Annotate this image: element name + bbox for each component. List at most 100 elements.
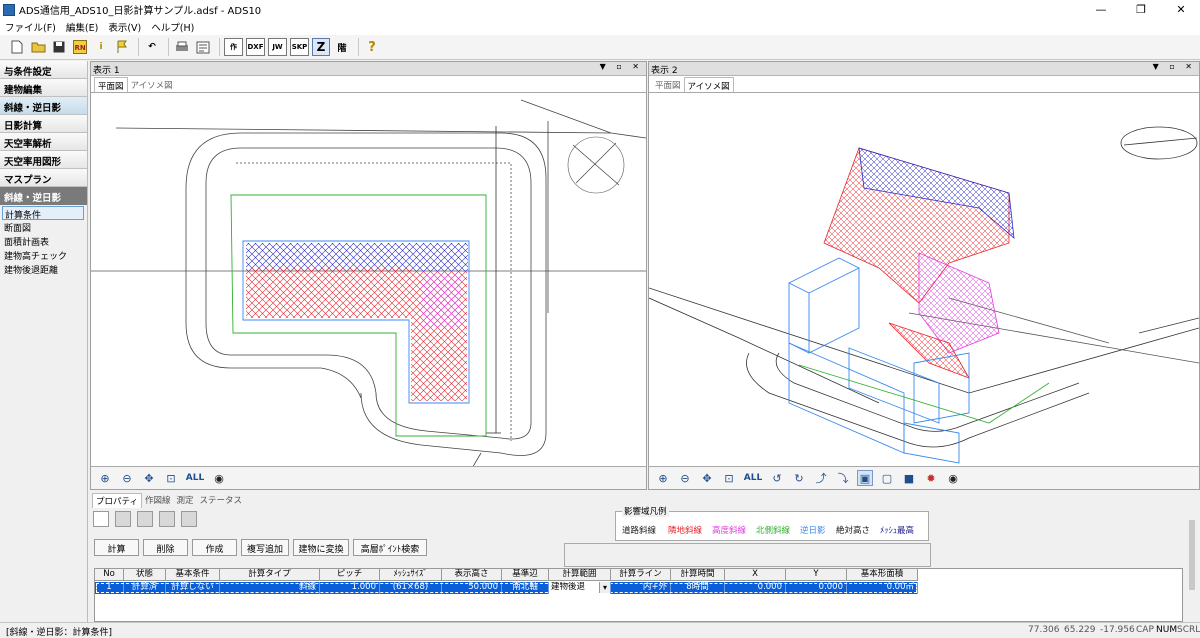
- dxf-icon[interactable]: DXF: [246, 38, 265, 56]
- zoom-all-button[interactable]: ALL: [185, 470, 205, 486]
- high-point-search-button[interactable]: 高層ﾎﾟｲﾝﾄ検索: [353, 539, 427, 556]
- move-tool-icon[interactable]: [159, 511, 175, 527]
- sidebar-item-calc-conditions[interactable]: 計算条件: [2, 206, 84, 221]
- convert-building-button[interactable]: 建物に変換: [293, 539, 349, 556]
- table-header-cell[interactable]: X: [725, 569, 786, 580]
- maximize-button[interactable]: ❐: [1122, 0, 1160, 19]
- pick-tool-icon[interactable]: [93, 511, 109, 527]
- create-button[interactable]: 作成: [192, 539, 237, 556]
- table-header-cell[interactable]: 基本条件: [166, 569, 220, 580]
- help-icon[interactable]: ?: [363, 38, 381, 56]
- print-icon[interactable]: [173, 38, 191, 56]
- rotate-left-icon[interactable]: ↺: [769, 470, 785, 486]
- table-cell[interactable]: 0.00㎡: [847, 582, 918, 594]
- table-cell[interactable]: 建物後退 ▾: [549, 582, 611, 594]
- zoom-window-icon[interactable]: ⊡: [721, 470, 737, 486]
- table-header-cell[interactable]: 基本形面積: [847, 569, 918, 580]
- table-row[interactable]: 1 計算済 計算しない 斜線 1.000 (61×68) 50.000 南北軸 建物後退 ▾ 内+外…: [95, 582, 918, 594]
- info-icon[interactable]: i: [92, 38, 110, 56]
- zoom-in-icon[interactable]: ⊕: [655, 470, 671, 486]
- sidebar-btn-sky-analysis[interactable]: 天空率解析: [0, 133, 87, 151]
- rn-icon[interactable]: RN: [71, 38, 89, 56]
- view2-tab-plan[interactable]: 平面図: [652, 77, 684, 92]
- view2-canvas[interactable]: [649, 92, 1199, 467]
- view1-canvas[interactable]: [91, 92, 646, 467]
- save-icon[interactable]: [50, 38, 68, 56]
- eye-icon[interactable]: ◉: [211, 470, 227, 486]
- sidebar-btn-sky-figure[interactable]: 天空率用図形: [0, 151, 87, 169]
- z-height-icon[interactable]: Z: [312, 38, 330, 56]
- table-cell[interactable]: 斜線: [220, 582, 320, 594]
- sidebar-btn-slant-shadow[interactable]: 斜線・逆日影: [0, 97, 87, 115]
- zoom-window-icon[interactable]: ⊡: [163, 470, 179, 486]
- table-cell[interactable]: 内+外: [611, 582, 671, 594]
- view2-window-controls[interactable]: ▼ ▫ ✕: [1153, 62, 1196, 71]
- sidebar-btn-conditions[interactable]: 与条件設定: [0, 61, 87, 79]
- new-file-icon[interactable]: [8, 38, 26, 56]
- sidebar-btn-mass-plan[interactable]: マスプラン: [0, 169, 87, 187]
- table-header-cell[interactable]: 計算ライン: [611, 569, 671, 580]
- sidebar-item-area-table[interactable]: 面積計画表: [0, 234, 87, 248]
- table-header-cell[interactable]: 基準辺: [502, 569, 549, 580]
- table-cell[interactable]: 8時間: [671, 582, 725, 594]
- table-cell[interactable]: 1.000: [320, 582, 380, 594]
- table-header-cell[interactable]: 計算範囲: [549, 569, 611, 580]
- close-button[interactable]: ✕: [1162, 0, 1200, 19]
- view2-tab-iso[interactable]: アイソメ図: [683, 77, 734, 92]
- properties-scrollbar[interactable]: [1188, 508, 1196, 618]
- scrollbar-thumb[interactable]: [1189, 520, 1195, 590]
- menu-view[interactable]: 表示(V): [108, 20, 141, 34]
- copy-add-button[interactable]: 複写追加: [241, 539, 289, 556]
- rotate-up-icon[interactable]: ⤴: [813, 470, 829, 486]
- pan-icon[interactable]: ✥: [699, 470, 715, 486]
- table-cell[interactable]: 0.000: [725, 582, 786, 594]
- zoom-in-icon[interactable]: ⊕: [97, 470, 113, 486]
- copy-tool-icon[interactable]: [137, 511, 153, 527]
- sidebar-item-section[interactable]: 断面図: [0, 220, 87, 234]
- table-cell[interactable]: 南北軸: [502, 582, 549, 594]
- menu-edit[interactable]: 編集(E): [66, 20, 98, 34]
- view1-window-controls[interactable]: ▼ ▫ ✕: [600, 62, 643, 71]
- table-cell[interactable]: 計算済: [124, 582, 166, 594]
- table-header-cell[interactable]: No: [95, 569, 124, 580]
- minimize-button[interactable]: —: [1082, 0, 1120, 19]
- sidebar-item-height-check[interactable]: 建物高チェック: [0, 248, 87, 262]
- view1-tab-iso[interactable]: アイソメ図: [128, 77, 176, 92]
- sidebar-btn-building-edit[interactable]: 建物編集: [0, 79, 87, 97]
- zoom-all-button[interactable]: ALL: [743, 470, 763, 486]
- zoom-out-icon[interactable]: ⊖: [677, 470, 693, 486]
- dropdown-arrow-icon[interactable]: ▾: [599, 582, 610, 593]
- tab-measure[interactable]: 測定: [174, 493, 197, 508]
- table-header-cell[interactable]: 計算時間: [671, 569, 725, 580]
- sun-shadow-icon[interactable]: ✹: [923, 470, 939, 486]
- skp-icon[interactable]: SKP: [290, 38, 309, 56]
- shade-icon[interactable]: ■: [901, 470, 917, 486]
- delete-button[interactable]: 削除: [143, 539, 188, 556]
- wireframe-icon[interactable]: ▣: [857, 470, 873, 486]
- table-header-cell[interactable]: 計算タイプ: [220, 569, 320, 580]
- floor-icon[interactable]: 階: [333, 38, 351, 56]
- table-header-cell[interactable]: ﾒｯｼｭｻｲｽﾞ: [380, 569, 442, 580]
- table-cell[interactable]: 50.000: [442, 582, 502, 594]
- edit-tool-icon[interactable]: [115, 511, 131, 527]
- rotate-right-icon[interactable]: ↻: [791, 470, 807, 486]
- table-header-cell[interactable]: ピッチ: [320, 569, 380, 580]
- pan-icon[interactable]: ✥: [141, 470, 157, 486]
- table-cell[interactable]: (61×68): [380, 582, 442, 594]
- tab-drawing-line[interactable]: 作図線: [142, 493, 174, 508]
- table-header-cell[interactable]: 表示高さ: [442, 569, 502, 580]
- tab-property[interactable]: プロパティ: [92, 493, 142, 508]
- hidden-line-icon[interactable]: ▢: [879, 470, 895, 486]
- calculate-button[interactable]: 計算: [94, 539, 139, 556]
- table-header-cell[interactable]: 状態: [124, 569, 166, 580]
- table-cell[interactable]: 0.000: [786, 582, 847, 594]
- menu-help[interactable]: ヘルプ(H): [151, 20, 194, 34]
- table-cell[interactable]: 計算しない: [166, 582, 220, 594]
- table-cell[interactable]: 1: [95, 582, 124, 594]
- print-preview-icon[interactable]: [194, 38, 212, 56]
- menu-file[interactable]: ファイル(F): [5, 20, 56, 34]
- sidebar-btn-shadow-calc[interactable]: 日影計算: [0, 115, 87, 133]
- undo-icon[interactable]: ↶: [143, 38, 161, 56]
- table-header-cell[interactable]: Y: [786, 569, 847, 580]
- eye-icon[interactable]: ◉: [945, 470, 961, 486]
